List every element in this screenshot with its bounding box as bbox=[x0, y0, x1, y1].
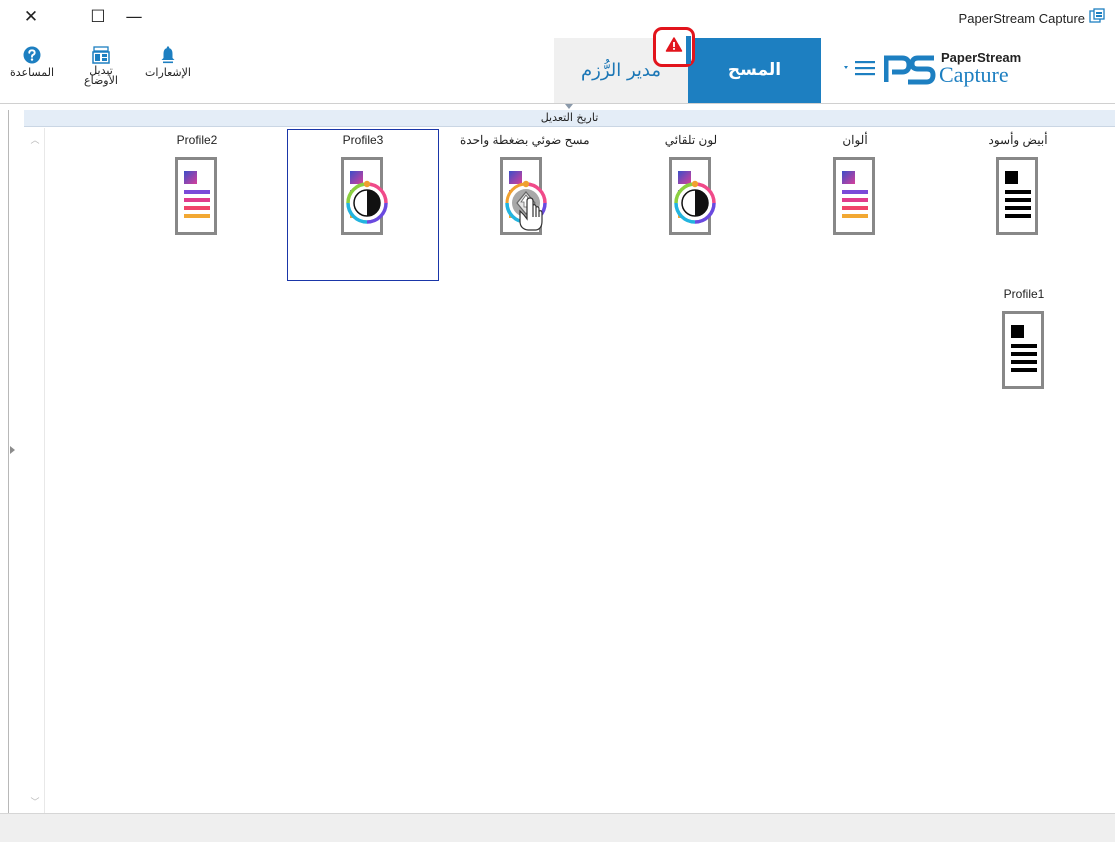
help-button[interactable]: المساعدة bbox=[7, 46, 57, 79]
profile-one-touch-scan[interactable]: مسح ضوئي بضغطة واحدة bbox=[460, 131, 590, 237]
profile-profile1[interactable]: Profile1 bbox=[969, 285, 1079, 391]
ribbon-divider bbox=[0, 103, 1115, 104]
sort-header[interactable]: تاريخ التعديل bbox=[24, 110, 1115, 127]
help-icon bbox=[23, 46, 41, 64]
sort-label: تاريخ التعديل bbox=[540, 111, 599, 124]
logo-text-capture: Capture bbox=[939, 62, 1009, 87]
minimize-button[interactable]: — bbox=[117, 4, 151, 30]
help-label: المساعدة bbox=[9, 66, 55, 79]
profile-label: لون تلقائي bbox=[664, 133, 718, 147]
menu-icon[interactable] bbox=[843, 58, 877, 78]
profile-label: أبيض وأسود bbox=[988, 133, 1048, 147]
switch-mode-button[interactable]: تبديل الأوضاع bbox=[76, 46, 126, 86]
notifications-label: الإشعارات bbox=[145, 66, 191, 79]
bell-icon bbox=[161, 46, 175, 64]
scroll-up-icon[interactable]: ︿ bbox=[30, 136, 40, 146]
profile-profile2[interactable]: Profile2 bbox=[142, 131, 252, 237]
scroll-down-icon[interactable]: ﹀ bbox=[30, 798, 40, 808]
profile-black-white[interactable]: أبيض وأسود bbox=[963, 131, 1073, 237]
tab-scan[interactable]: المسح bbox=[688, 38, 821, 103]
color-document-icon bbox=[833, 157, 875, 235]
tab-edge bbox=[686, 36, 691, 64]
profile-label: Profile1 bbox=[1003, 287, 1045, 301]
profile-label: ألوان bbox=[842, 133, 868, 147]
app-title: PaperStream Capture bbox=[958, 11, 1085, 26]
profile-profile3[interactable]: Profile3 bbox=[308, 131, 418, 237]
auto-color-document-icon bbox=[341, 157, 388, 235]
sort-descending-icon bbox=[565, 104, 573, 109]
tab-scan-label: المسح bbox=[727, 60, 782, 80]
color-document-icon bbox=[175, 157, 217, 235]
profile-auto-color[interactable]: لون تلقائي bbox=[636, 131, 746, 237]
paperstream-logo: PaperStream Capture bbox=[884, 46, 1032, 90]
notifications-button[interactable]: الإشعارات bbox=[140, 46, 196, 79]
bw-document-icon bbox=[1002, 311, 1044, 389]
bw-document-icon bbox=[996, 157, 1038, 235]
ps-logo-mark bbox=[884, 55, 936, 85]
profile-label: Profile2 bbox=[176, 133, 218, 147]
maximize-button[interactable]: ☐ bbox=[81, 4, 115, 30]
profile-label: مسح ضوئي بضغطة واحدة bbox=[460, 133, 590, 147]
one-touch-scan-document-icon bbox=[500, 157, 547, 235]
switch-mode-icon bbox=[92, 46, 110, 64]
app-icon bbox=[1089, 8, 1105, 23]
vertical-scrollbar[interactable] bbox=[26, 128, 45, 825]
side-panel-toggle[interactable] bbox=[0, 110, 9, 825]
title-bar: ✕ ☐ — PaperStream Capture bbox=[0, 0, 1115, 36]
switch-mode-label-line2: الأوضاع bbox=[84, 74, 118, 87]
status-bar bbox=[0, 813, 1115, 842]
close-button[interactable]: ✕ bbox=[14, 4, 48, 30]
profile-colors[interactable]: ألوان bbox=[800, 131, 910, 237]
auto-color-document-icon bbox=[669, 157, 716, 235]
profile-label: Profile3 bbox=[342, 133, 384, 147]
expand-arrow-icon[interactable] bbox=[10, 446, 15, 454]
